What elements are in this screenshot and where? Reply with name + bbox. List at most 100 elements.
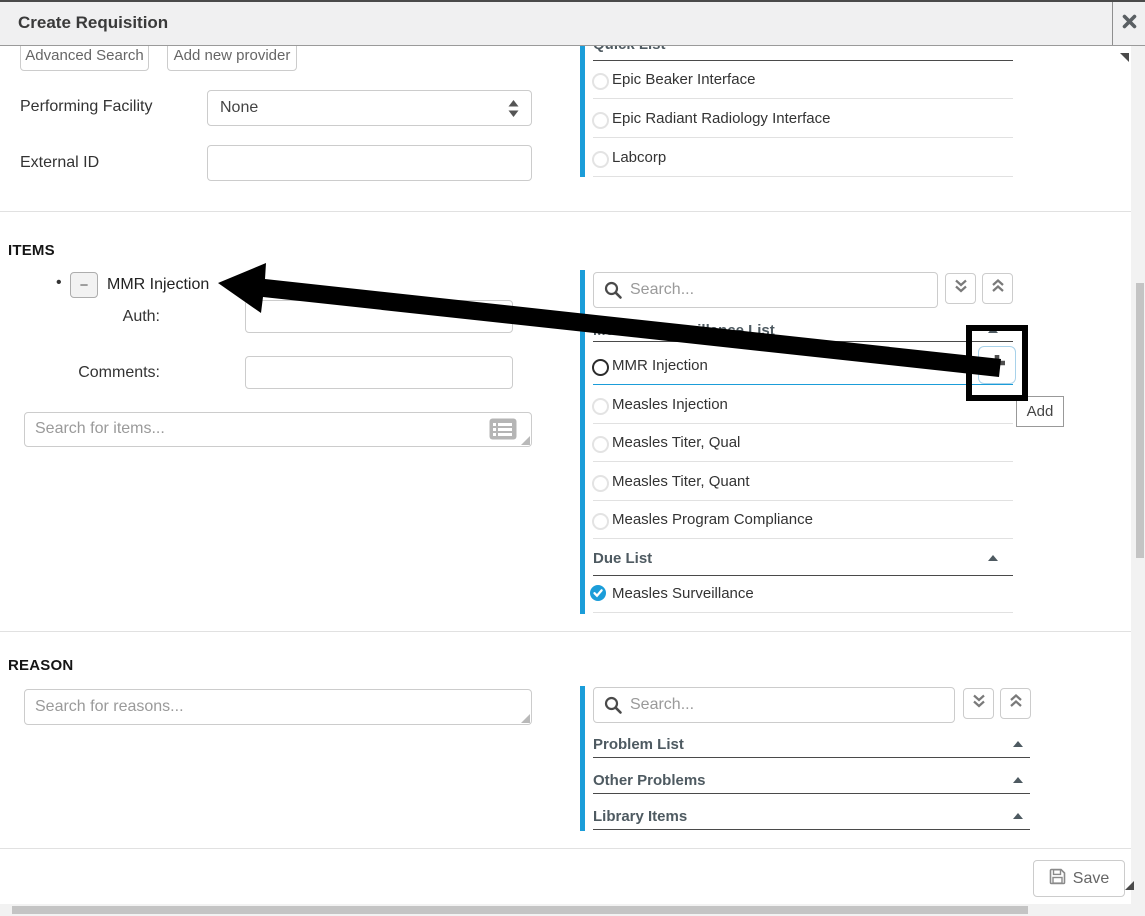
chevron-double-down-icon [971, 693, 987, 714]
divider [593, 423, 1013, 424]
divider [593, 829, 1030, 830]
divider [593, 137, 1013, 138]
divider [593, 176, 1013, 177]
chevron-double-up-icon [990, 278, 1006, 299]
comments-field-wrap [245, 356, 513, 389]
advanced-search-label: Advanced Search [25, 47, 143, 64]
search-icon [604, 696, 623, 720]
auth-field[interactable] [246, 301, 512, 332]
group-header[interactable]: Problem List [593, 736, 684, 753]
reason-picker-search-input[interactable] [594, 688, 954, 722]
quick-list-accent-bar [580, 46, 585, 177]
collapse-caret-icon[interactable] [1013, 813, 1023, 819]
items-picker-accent-bar [580, 270, 585, 614]
chevron-double-up-icon [1008, 693, 1024, 714]
expand-all-button[interactable] [945, 273, 976, 304]
radio-icon [592, 73, 609, 90]
radio-icon [592, 359, 609, 376]
comments-label: Comments: [60, 364, 160, 382]
divider [593, 612, 1013, 613]
dialog-header: Create Requisition [0, 0, 1145, 46]
selected-row-underline [593, 384, 1013, 385]
resize-grip[interactable] [1120, 53, 1129, 62]
radio-icon [592, 513, 609, 530]
radio-icon [592, 475, 609, 492]
checked-radio-icon [590, 585, 606, 601]
section-divider [0, 211, 1131, 212]
vertical-scrollbar-thumb[interactable] [1136, 283, 1144, 558]
items-search-input[interactable] [25, 413, 531, 446]
close-icon [1122, 14, 1137, 34]
collapse-caret-icon[interactable] [988, 555, 998, 561]
collapse-caret-icon[interactable] [1013, 741, 1023, 747]
items-section-heading: ITEMS [8, 242, 55, 259]
reason-section-heading: REASON [8, 657, 73, 674]
bullet-icon: • [56, 274, 62, 292]
list-item[interactable]: Measles Program Compliance [612, 511, 813, 528]
resize-grip[interactable] [521, 436, 530, 445]
items-picker-search-wrap [593, 272, 938, 308]
divider [593, 757, 1030, 758]
resize-grip[interactable] [521, 714, 530, 723]
collapse-all-button[interactable] [982, 273, 1013, 304]
auth-field-wrap [245, 300, 513, 333]
reason-search-wrap [24, 689, 532, 725]
reason-picker-search-wrap [593, 687, 955, 723]
divider [593, 575, 1013, 576]
items-picker-search-input[interactable] [594, 273, 937, 307]
add-tooltip-label: Add [1027, 403, 1054, 420]
external-id-field-wrap [207, 145, 532, 181]
reason-picker-accent-bar [580, 686, 585, 831]
radio-icon [592, 436, 609, 453]
footer-divider [0, 848, 1131, 849]
chevron-double-down-icon [953, 278, 969, 299]
list-item[interactable]: MMR Injection [612, 357, 708, 374]
save-icon [1049, 868, 1066, 890]
radio-icon [592, 112, 609, 129]
create-requisition-dialog: Create Requisition Advanced Search Add n… [0, 0, 1145, 916]
expand-all-button[interactable] [963, 688, 994, 719]
close-button[interactable] [1113, 2, 1145, 45]
search-icon [604, 281, 623, 305]
horizontal-scrollbar-thumb[interactable] [12, 906, 1028, 914]
save-label: Save [1073, 870, 1109, 888]
list-item[interactable]: Measles Injection [612, 396, 728, 413]
quick-list-header-label: Quick List [593, 46, 893, 53]
section-divider [0, 631, 1131, 632]
group-header[interactable]: Measles Surveillance List [593, 322, 775, 339]
radio-icon [592, 151, 609, 168]
group-header[interactable]: Library Items [593, 808, 687, 825]
save-button[interactable]: Save [1033, 860, 1125, 897]
list-item[interactable]: Measles Titer, Qual [612, 434, 740, 451]
divider [593, 341, 1013, 342]
list-item[interactable]: Epic Radiant Radiology Interface [612, 110, 830, 127]
external-id-label: External ID [20, 154, 99, 172]
reason-search-input[interactable] [25, 690, 531, 724]
remove-item-button[interactable]: − [70, 272, 98, 298]
collapse-caret-icon[interactable] [1013, 777, 1023, 783]
auth-label: Auth: [60, 308, 160, 326]
list-item[interactable]: Measles Titer, Quant [612, 473, 750, 490]
divider [593, 793, 1030, 794]
divider [593, 98, 1013, 99]
divider [593, 461, 1013, 462]
external-id-field[interactable] [208, 146, 531, 180]
comments-field[interactable] [246, 357, 512, 388]
group-header[interactable]: Other Problems [593, 772, 706, 789]
performing-facility-value: None [220, 99, 258, 117]
divider [593, 538, 1013, 539]
items-search-wrap [24, 412, 532, 447]
list-item[interactable]: Epic Beaker Interface [612, 71, 755, 88]
quick-list-header-clipped: Quick List [593, 46, 893, 54]
list-item[interactable]: Measles Surveillance [612, 585, 754, 602]
performing-facility-select[interactable]: None [207, 90, 532, 126]
add-new-provider-label: Add new provider [174, 47, 291, 64]
radio-icon [592, 398, 609, 415]
selected-item-name: MMR Injection [107, 276, 209, 294]
collapse-all-button[interactable] [1000, 688, 1031, 719]
group-header[interactable]: Due List [593, 550, 652, 567]
item-list-icon[interactable] [489, 418, 517, 445]
resize-grip[interactable] [1125, 881, 1134, 890]
list-item[interactable]: Labcorp [612, 149, 666, 166]
minus-icon: − [80, 277, 89, 294]
